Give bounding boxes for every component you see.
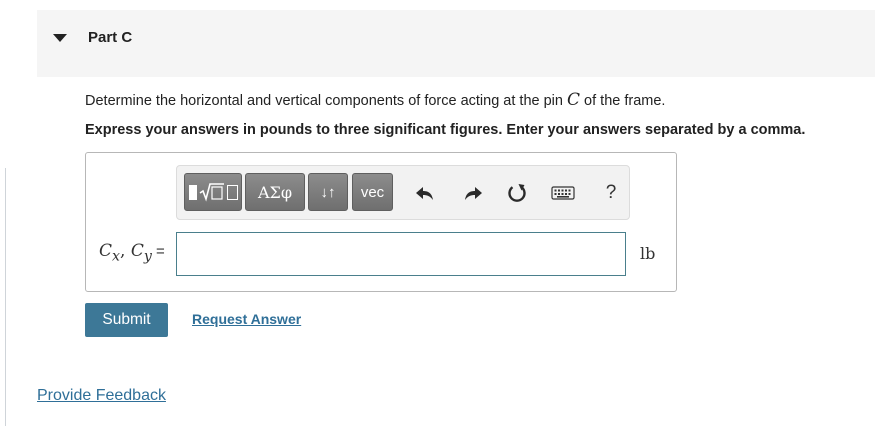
greek-symbols-button[interactable]: ΑΣφ [245,173,305,211]
answer-input[interactable] [176,232,626,276]
help-button[interactable]: ? [598,180,624,206]
arrows-button[interactable]: ↓↑ [308,173,348,211]
part-title: Part C [88,29,133,46]
label-cy: C [130,241,144,261]
label-cy-sub: y [143,248,152,265]
question-text: Determine the horizontal and vertical co… [85,90,665,110]
vector-button[interactable]: vec [352,173,393,211]
unit-label: lb [640,244,656,263]
keyboard-icon[interactable] [550,180,576,206]
reset-icon[interactable] [504,180,530,206]
answer-instruction: Express your answers in pounds to three … [85,122,806,138]
caret-down-icon[interactable] [53,34,67,42]
left-border-rule [5,168,6,426]
submit-button[interactable]: Submit [85,303,168,337]
question-variable: C [567,90,581,110]
math-toolbar: ΑΣφ ↓↑ vec ? [176,165,630,220]
label-sep: , [120,241,131,261]
templates-icon [188,182,238,202]
answer-label: Cx, Cy = [99,241,165,264]
question-text-before: Determine the horizontal and vertical co… [85,93,567,109]
templates-button[interactable] [184,173,242,211]
provide-feedback-link[interactable]: Provide Feedback [37,387,166,405]
request-answer-link[interactable]: Request Answer [192,311,301,327]
label-cx-sub: x [112,248,120,265]
label-equals: = [151,243,165,260]
answer-box: ΑΣφ ↓↑ vec ? Cx, Cy = lb [85,152,677,292]
undo-icon[interactable] [412,180,438,206]
question-text-after: of the frame. [580,93,666,109]
redo-icon[interactable] [460,180,486,206]
part-header[interactable]: Part C [37,10,875,77]
label-cx: C [99,241,113,261]
